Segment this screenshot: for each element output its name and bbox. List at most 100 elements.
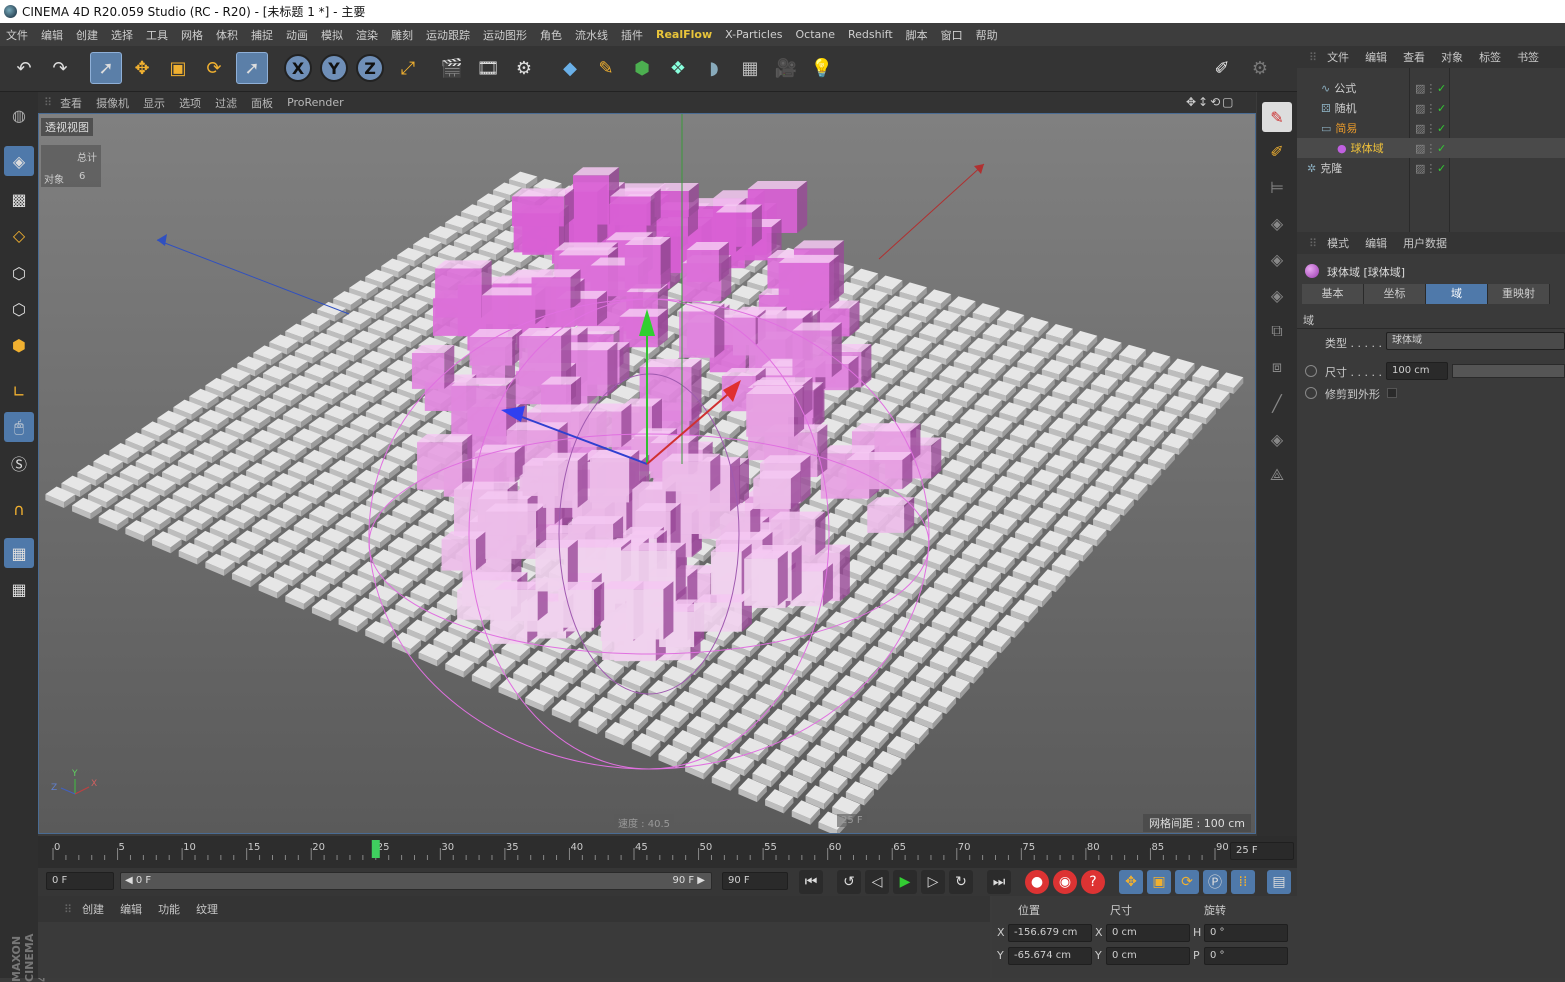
bridge-icon[interactable]: ⟁: [1262, 460, 1292, 490]
enabled-check-icon[interactable]: ✓: [1437, 162, 1446, 175]
next-frame-icon[interactable]: ▷: [921, 870, 945, 894]
timeline-window-icon[interactable]: ▤: [1267, 870, 1291, 894]
menu-item[interactable]: Octane: [795, 28, 835, 41]
symmetry-icon[interactable]: ⧈: [1262, 352, 1292, 382]
object-row[interactable]: ∿ 公式 ▨⋮ ✓: [1297, 78, 1565, 98]
locked-workplane-icon[interactable]: ▦: [4, 538, 34, 568]
visibility-dots-icon[interactable]: ▨⋮: [1415, 102, 1436, 115]
y-axis-lock-icon[interactable]: Y: [320, 54, 348, 82]
recent-tool-icon[interactable]: ➚: [236, 52, 268, 84]
axis-mode-icon[interactable]: ∟: [4, 376, 34, 406]
keyframe-selection-icon[interactable]: ?: [1081, 870, 1105, 894]
rotation-field[interactable]: 0 °: [1204, 947, 1288, 965]
attribute-tab[interactable]: 重映射: [1488, 284, 1550, 304]
size-animate-toggle[interactable]: [1305, 365, 1317, 377]
make-editable-icon[interactable]: ◍: [4, 100, 34, 130]
object-row[interactable]: ✲ 克隆 ▨⋮ ✓: [1297, 158, 1565, 178]
menu-item[interactable]: 插件: [621, 27, 643, 43]
goto-start-icon[interactable]: ⏮: [799, 870, 823, 894]
current-frame-field[interactable]: 25 F: [1230, 842, 1294, 860]
end-frame-field[interactable]: 90 F: [722, 872, 788, 890]
layer-browser-icon[interactable]: ✎: [1262, 102, 1292, 132]
align-icon[interactable]: ⊨: [1262, 172, 1292, 202]
visibility-dots-icon[interactable]: ▨⋮: [1415, 162, 1436, 175]
knife-icon[interactable]: ╱: [1262, 388, 1292, 418]
size-field[interactable]: 0 cm: [1106, 947, 1190, 965]
workplane-icon[interactable]: ◇: [4, 220, 34, 250]
record-icon[interactable]: ●: [1025, 870, 1049, 894]
menu-item[interactable]: X-Particles: [725, 28, 782, 41]
menu-item[interactable]: 雕刻: [391, 27, 413, 43]
object-menu-item[interactable]: 文件: [1327, 49, 1349, 65]
extrude-icon[interactable]: ◈: [1262, 424, 1292, 454]
menu-item[interactable]: 流水线: [575, 27, 608, 43]
object-menu-item[interactable]: 对象: [1441, 49, 1463, 65]
attribute-tab[interactable]: 坐标: [1364, 284, 1426, 304]
size-field[interactable]: 0 cm: [1106, 924, 1190, 942]
z-axis-lock-icon[interactable]: Z: [356, 54, 384, 82]
menu-item[interactable]: 创建: [76, 27, 98, 43]
playhead[interactable]: [371, 840, 380, 858]
key-position-icon[interactable]: ✥: [1119, 870, 1143, 894]
clip-animate-toggle[interactable]: [1305, 387, 1317, 399]
live-select-icon[interactable]: ➚: [90, 52, 122, 84]
attribute-menu-item[interactable]: 模式: [1327, 235, 1349, 251]
material-menu-item[interactable]: 编辑: [120, 901, 142, 917]
tweak-mode-icon[interactable]: 🖱: [4, 412, 34, 442]
next-key-icon[interactable]: ↻: [949, 870, 973, 894]
position-field[interactable]: -65.674 cm: [1008, 947, 1092, 965]
polygons-mode-icon[interactable]: ⬢: [4, 330, 34, 360]
menu-item[interactable]: 选择: [111, 27, 133, 43]
menu-item[interactable]: 动画: [286, 27, 308, 43]
menu-item[interactable]: 运动跟踪: [426, 27, 470, 43]
viewport-menu-item[interactable]: 查看: [60, 95, 82, 111]
render-settings-icon[interactable]: ⚙: [508, 52, 540, 84]
auto-key-icon[interactable]: ◉: [1053, 870, 1077, 894]
menu-item[interactable]: 渲染: [356, 27, 378, 43]
menu-item[interactable]: RealFlow: [656, 28, 712, 41]
visibility-dots-icon[interactable]: ▨⋮: [1415, 122, 1436, 135]
paint-icon[interactable]: ✐: [1262, 136, 1292, 166]
sculpt-brush-icon[interactable]: ✐: [1206, 52, 1238, 84]
viewport-menu-item[interactable]: 面板: [251, 95, 273, 111]
object-row[interactable]: ● 球体域 ▨⋮ ✓: [1297, 138, 1565, 158]
object-row[interactable]: ⚄ 随机 ▨⋮ ✓: [1297, 98, 1565, 118]
enabled-check-icon[interactable]: ✓: [1437, 122, 1446, 135]
size-field[interactable]: 100 cm: [1386, 362, 1448, 380]
points-mode-icon[interactable]: ⬡: [4, 258, 34, 288]
visibility-dots-icon[interactable]: ▨⋮: [1415, 142, 1436, 155]
key-scale-icon[interactable]: ▣: [1147, 870, 1171, 894]
cube-gray-icon-2[interactable]: ◈: [1262, 244, 1292, 274]
snap-icon[interactable]: Ⓢ: [4, 448, 34, 478]
render-view-icon[interactable]: 🎬: [436, 52, 468, 84]
menu-item[interactable]: 模拟: [321, 27, 343, 43]
cube-gray-icon-3[interactable]: ◈: [1262, 280, 1292, 310]
move-icon[interactable]: ✥: [126, 52, 158, 84]
start-frame-field[interactable]: 0 F: [46, 872, 114, 890]
attribute-menu-item[interactable]: 编辑: [1365, 235, 1387, 251]
enabled-check-icon[interactable]: ✓: [1437, 82, 1446, 95]
planar-workplane-icon[interactable]: ▦: [4, 574, 34, 604]
light-icon[interactable]: 💡: [806, 52, 838, 84]
visibility-dots-icon[interactable]: ▨⋮: [1415, 82, 1436, 95]
menu-item[interactable]: 工具: [146, 27, 168, 43]
range-slider[interactable]: ◀ 0 F 90 F ▶: [120, 872, 712, 890]
edges-mode-icon[interactable]: ⬡: [4, 294, 34, 324]
object-menu-item[interactable]: 标签: [1479, 49, 1501, 65]
menu-item[interactable]: 角色: [540, 27, 562, 43]
prev-key-icon[interactable]: ↺: [837, 870, 861, 894]
object-menu-item[interactable]: 书签: [1517, 49, 1539, 65]
material-menu-item[interactable]: 功能: [158, 901, 180, 917]
scale-icon[interactable]: ▣: [162, 52, 194, 84]
menu-item[interactable]: 帮助: [976, 27, 998, 43]
menu-item[interactable]: 脚本: [906, 27, 928, 43]
key-param-icon[interactable]: Ⓟ: [1203, 870, 1227, 894]
viewport-menu-item[interactable]: 选项: [179, 95, 201, 111]
clip-checkbox[interactable]: [1387, 388, 1397, 398]
x-axis-lock-icon[interactable]: X: [284, 54, 312, 82]
undo-icon[interactable]: ↶: [8, 52, 40, 84]
key-pla-icon[interactable]: ⁞⁞: [1231, 870, 1255, 894]
goto-end-icon[interactable]: ⏭: [987, 870, 1011, 894]
menu-item[interactable]: Redshift: [848, 28, 893, 41]
rotation-field[interactable]: 0 °: [1204, 924, 1288, 942]
